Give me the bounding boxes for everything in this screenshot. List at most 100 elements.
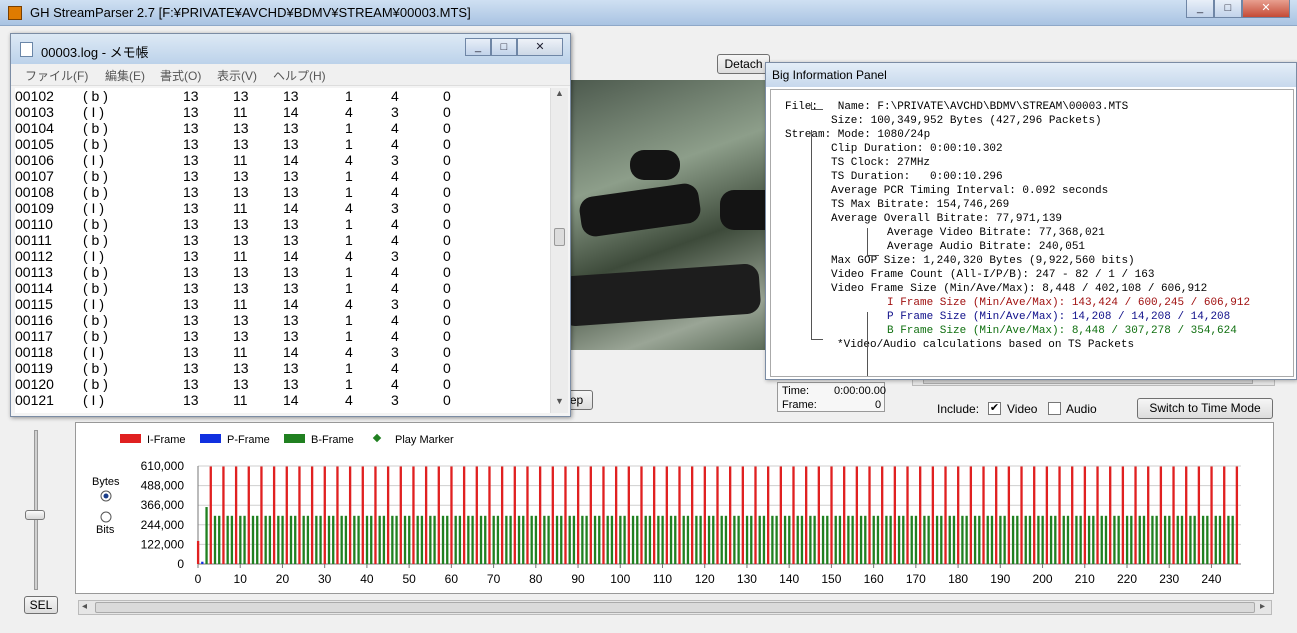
close-button[interactable]: ✕ [1242, 0, 1290, 18]
log-cell: 13 [183, 312, 199, 328]
chart-scroll-thumb[interactable] [95, 602, 1255, 613]
frame-bar [1104, 515, 1108, 564]
log-cell: ( b ) [83, 264, 108, 280]
frame-bar [640, 466, 643, 564]
frame-bar [931, 466, 935, 564]
frame-bar [1235, 466, 1239, 564]
scroll-left-arrow-icon[interactable]: ◂ [82, 601, 87, 612]
notepad-close-button[interactable]: ✕ [517, 38, 563, 56]
bits-radio[interactable] [100, 511, 112, 523]
log-cell: 00107 [15, 168, 54, 184]
preview-shape [577, 181, 703, 239]
notepad-text-area[interactable]: 00102( b ) 13 13 13 1 4 0 00103( I ) 13 11 14 4 3 0 00… [15, 88, 550, 413]
log-cell: 13 [283, 216, 299, 232]
frame-bar [365, 515, 369, 564]
frame-bar [771, 515, 774, 564]
frame-bar [1231, 515, 1234, 564]
notepad-maximize-button[interactable]: □ [491, 38, 517, 56]
frame-bar [661, 515, 664, 564]
menu-file[interactable]: ファイル(F) [25, 67, 88, 84]
x-tick-label: 50 [402, 572, 416, 586]
frame-bar [424, 466, 428, 564]
info-line: Video Frame Count (All-I/P/B): 247 - 82 … [831, 269, 1155, 281]
frame-value: 0 [875, 399, 882, 411]
frame-bar [378, 515, 381, 564]
log-cell: 3 [391, 200, 399, 216]
log-cell: 13 [283, 280, 299, 296]
info-panel-title: Big Information Panel [772, 68, 887, 82]
log-cell: 0 [443, 120, 451, 136]
log-cell: 13 [183, 296, 199, 312]
frame-bar [767, 466, 770, 564]
log-cell: 11 [233, 152, 248, 168]
menu-help[interactable]: ヘルプ(H) [273, 67, 326, 84]
frame-bar [1151, 515, 1154, 564]
scroll-down-arrow-icon[interactable]: ▼ [555, 396, 564, 406]
x-tick-label: 220 [1117, 572, 1137, 586]
notepad-scroll-thumb[interactable] [554, 228, 565, 246]
zoom-slider-thumb[interactable] [25, 510, 45, 520]
scroll-right-arrow-icon[interactable]: ▸ [1260, 601, 1265, 612]
frame-bar [1197, 466, 1201, 564]
menu-format[interactable]: 書式(O) [160, 67, 201, 84]
notepad-minimize-button[interactable]: _ [465, 38, 491, 56]
chart-scrollbar[interactable]: ◂ ▸ [78, 600, 1272, 615]
x-tick-label: 0 [195, 572, 202, 586]
x-tick-label: 80 [529, 572, 543, 586]
maximize-button[interactable]: □ [1214, 0, 1242, 18]
log-cell: ( b ) [83, 120, 108, 136]
frame-bar [484, 515, 487, 564]
frame-bar [973, 515, 977, 564]
frame-bar [576, 466, 580, 564]
frame-bar [1117, 515, 1120, 564]
log-cell: 0 [443, 104, 451, 120]
detach-button[interactable]: Detach [717, 54, 770, 74]
log-cell: 1 [345, 232, 353, 248]
frame-bar [294, 515, 297, 564]
frame-bar [961, 515, 964, 564]
log-cell: 0 [443, 328, 451, 344]
frame-bar [395, 515, 398, 564]
frame-bar [505, 515, 508, 564]
frame-bar [817, 466, 820, 564]
sel-button[interactable]: SEL [24, 596, 58, 614]
scroll-up-arrow-icon[interactable]: ▲ [555, 88, 564, 98]
notepad-titlebar: 00003.log - メモ帳 _ □ ✕ [11, 34, 570, 64]
frame-bar [450, 466, 453, 564]
frame-bar [783, 515, 787, 564]
frame-bar [1062, 515, 1065, 564]
video-checkbox[interactable]: ✔ [988, 402, 1001, 415]
frame-bar [1180, 515, 1184, 564]
log-cell: 4 [391, 328, 399, 344]
log-cell: 11 [233, 104, 248, 120]
x-tick-label: 30 [318, 572, 332, 586]
frame-bar [674, 515, 677, 564]
frame-bar [990, 515, 994, 564]
frame-bar [648, 515, 652, 564]
log-row: 00102 ( b ) 13 13 13 1 4 0 [15, 88, 550, 104]
minimize-button[interactable]: _ [1186, 0, 1214, 18]
menu-view[interactable]: 表示(V) [217, 67, 257, 84]
frame-bar [344, 515, 348, 564]
log-cell: 4 [391, 216, 399, 232]
frame-bar [1130, 515, 1133, 564]
x-tick-label: 120 [695, 572, 715, 586]
frame-bar [1033, 466, 1036, 564]
menu-edit[interactable]: 編集(E) [105, 67, 145, 84]
log-cell: ( I ) [83, 152, 104, 168]
audio-checkbox[interactable] [1048, 402, 1061, 415]
log-cell: 13 [183, 152, 199, 168]
frame-bar [741, 466, 744, 564]
log-cell: 4 [391, 280, 399, 296]
log-cell: 13 [183, 184, 199, 200]
log-cell: 1 [345, 120, 353, 136]
log-cell: 1 [345, 168, 353, 184]
frame-bar [251, 515, 255, 564]
time-frame-box: Time: 0:00:00.00 Frame: 0 [777, 382, 886, 412]
switch-time-mode-button[interactable]: Switch to Time Mode [1137, 398, 1273, 419]
frame-bar [1079, 515, 1082, 564]
frame-bar [965, 515, 968, 564]
notepad-scrollbar[interactable]: ▲ ▼ [550, 88, 568, 413]
info-line: TS Clock: 27MHz [831, 157, 931, 169]
frame-bar [1218, 515, 1222, 564]
